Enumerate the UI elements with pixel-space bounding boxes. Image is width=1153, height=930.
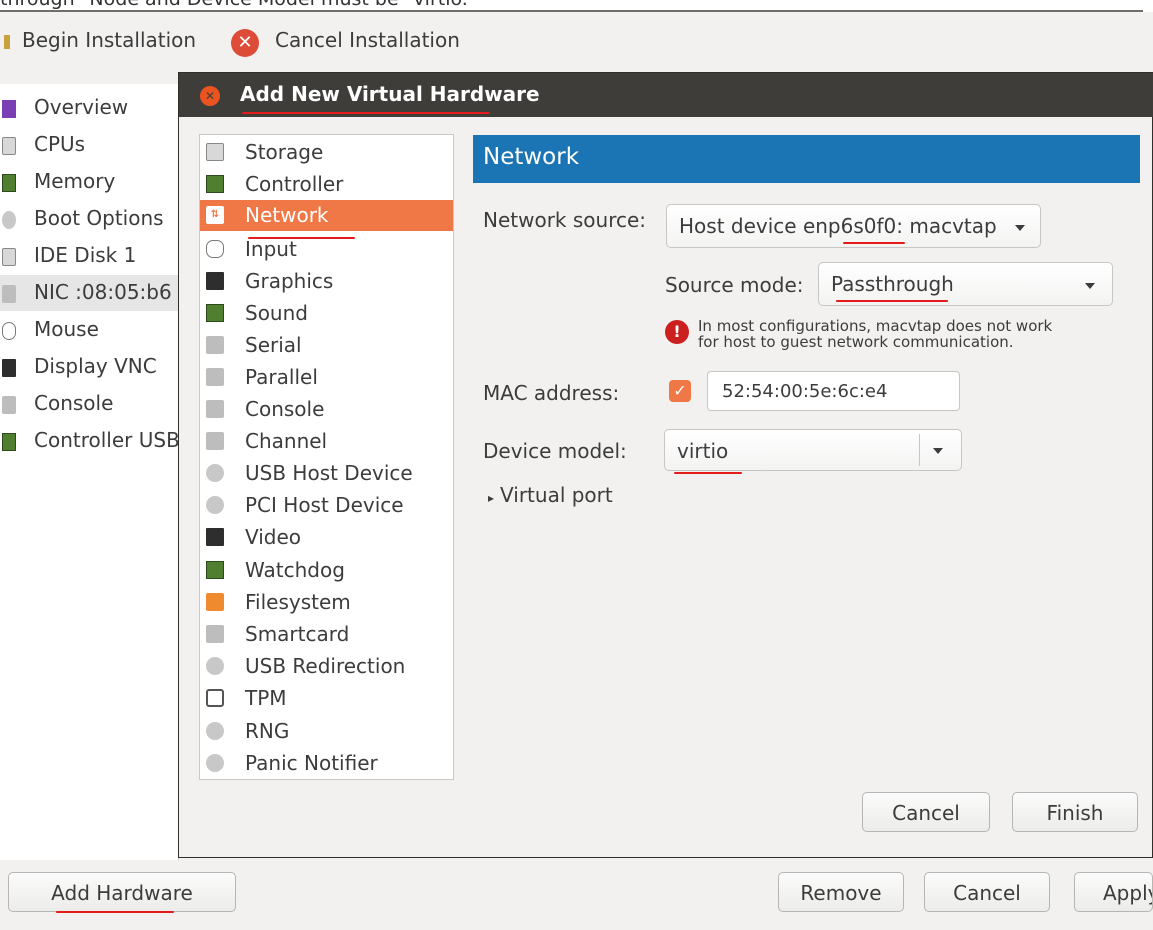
smartcard-icon <box>206 625 224 643</box>
gear-icon <box>2 211 16 229</box>
mac-address-checkbox[interactable]: ✓ <box>669 380 691 402</box>
device-type-video[interactable]: Video <box>200 522 453 553</box>
annotation-underline <box>242 112 490 114</box>
annotation-underline <box>843 242 905 244</box>
device-type-pci-host[interactable]: PCI Host Device <box>200 490 453 521</box>
device-type-rng[interactable]: RNG <box>200 716 453 747</box>
device-type-graphics[interactable]: Graphics <box>200 266 453 297</box>
video-icon <box>206 528 224 546</box>
hardware-item-boot-options[interactable]: Boot Options <box>0 201 178 237</box>
console-icon <box>2 396 16 414</box>
mouse-icon <box>2 322 16 340</box>
play-icon <box>4 34 10 49</box>
chevron-down-icon <box>1015 225 1025 231</box>
usb-redirection-icon <box>206 657 224 675</box>
device-type-usb-host[interactable]: USB Host Device <box>200 458 453 489</box>
channel-port-icon <box>206 432 224 450</box>
hardware-item-mouse[interactable]: Mouse <box>0 312 178 348</box>
sound-icon <box>206 304 224 322</box>
device-type-storage[interactable]: Storage <box>200 137 453 168</box>
hardware-item-console[interactable]: Console <box>0 386 178 422</box>
folder-icon <box>206 593 224 611</box>
parallel-port-icon <box>206 368 224 386</box>
hardware-item-controller-usb[interactable]: Controller USB <box>0 423 178 459</box>
pci-icon <box>206 496 224 514</box>
device-type-network[interactable]: ⇅ Network <box>200 200 453 231</box>
device-type-tpm[interactable]: TPM <box>200 683 453 714</box>
cancel-installation-label: Cancel Installation <box>275 28 460 52</box>
device-type-controller[interactable]: Controller <box>200 169 453 200</box>
chevron-down-icon <box>1085 283 1095 289</box>
mouse-icon <box>206 240 224 258</box>
hardware-item-ide-disk[interactable]: IDE Disk 1 <box>0 238 178 274</box>
dialog-title: Add New Virtual Hardware <box>240 82 540 106</box>
device-type-serial[interactable]: Serial <box>200 330 453 361</box>
annotation-underline <box>56 911 174 913</box>
finish-button[interactable]: Finish <box>1012 792 1138 832</box>
hardware-item-display-vnc[interactable]: Display VNC <box>0 349 178 385</box>
device-type-parallel[interactable]: Parallel <box>200 362 453 393</box>
device-type-sound[interactable]: Sound <box>200 298 453 329</box>
source-mode-label: Source mode: <box>665 273 804 297</box>
device-type-panic-notifier[interactable]: Panic Notifier <box>200 748 453 779</box>
device-model-label: Device model: <box>483 439 627 463</box>
main-cancel-button[interactable]: Cancel <box>924 872 1050 912</box>
warning-icon: ! <box>665 320 689 344</box>
serial-port-icon <box>206 336 224 354</box>
controller-icon <box>2 433 16 451</box>
section-title: Network <box>483 144 580 170</box>
hardware-item-memory[interactable]: Memory <box>0 164 178 200</box>
device-type-filesystem[interactable]: Filesystem <box>200 587 453 618</box>
hardware-item-cpus[interactable]: CPUs <box>0 127 178 163</box>
warning-text: In most configurations, macvtap does not… <box>698 317 1053 351</box>
tpm-icon <box>206 689 224 707</box>
annotation-underline <box>248 237 355 239</box>
cancel-installation-icon[interactable]: ✕ <box>231 29 259 57</box>
watchdog-icon <box>206 561 224 579</box>
disk-icon <box>2 248 16 266</box>
mac-address-label: MAC address: <box>483 381 620 405</box>
hardware-item-nic[interactable]: NIC :08:05:b6 <box>0 275 178 311</box>
hardware-item-overview[interactable]: Overview <box>0 90 178 126</box>
memory-icon <box>2 174 16 192</box>
chevron-down-icon[interactable] <box>933 448 943 454</box>
cancel-installation-button[interactable]: Cancel Installation <box>275 28 460 52</box>
overview-icon <box>2 100 16 118</box>
rng-icon <box>206 722 224 740</box>
device-model-combo[interactable]: virtio <box>664 429 962 471</box>
network-source-label: Network source: <box>483 208 647 232</box>
device-type-console[interactable]: Console <box>200 394 453 425</box>
remove-button[interactable]: Remove <box>778 872 904 912</box>
dialog-cancel-button[interactable]: Cancel <box>862 792 990 832</box>
controller-icon <box>206 175 224 193</box>
add-hardware-button[interactable]: Add Hardware <box>8 872 236 912</box>
expander-arrow-icon: ▸ <box>488 491 495 505</box>
combo-divider <box>919 434 920 466</box>
monitor-icon <box>206 272 224 290</box>
section-header: Network <box>473 135 1140 183</box>
device-type-channel[interactable]: Channel <box>200 426 453 457</box>
mac-address-field[interactable] <box>707 371 960 411</box>
mac-address-input[interactable] <box>722 381 952 402</box>
caption-text: through "Node and Device Model must be "… <box>0 0 477 10</box>
storage-icon <box>206 143 224 161</box>
usb-icon <box>206 464 224 482</box>
annotation-underline <box>836 300 948 302</box>
nic-icon <box>2 285 16 303</box>
virtual-port-expander[interactable]: ▸ Virtual port <box>488 483 613 507</box>
annotation-underline <box>674 472 742 474</box>
device-type-usb-redirection[interactable]: USB Redirection <box>200 651 453 682</box>
apply-button[interactable]: Apply <box>1074 872 1153 912</box>
close-icon[interactable]: ✕ <box>200 86 220 106</box>
network-icon: ⇅ <box>206 206 224 224</box>
panic-notifier-icon <box>206 754 224 772</box>
device-type-watchdog[interactable]: Watchdog <box>200 555 453 586</box>
begin-installation-label: Begin Installation <box>22 28 197 52</box>
device-type-smartcard[interactable]: Smartcard <box>200 619 453 650</box>
console-port-icon <box>206 400 224 418</box>
monitor-icon <box>2 359 16 377</box>
cpu-icon <box>2 137 16 155</box>
begin-installation-button[interactable]: Begin Installation <box>4 28 196 52</box>
